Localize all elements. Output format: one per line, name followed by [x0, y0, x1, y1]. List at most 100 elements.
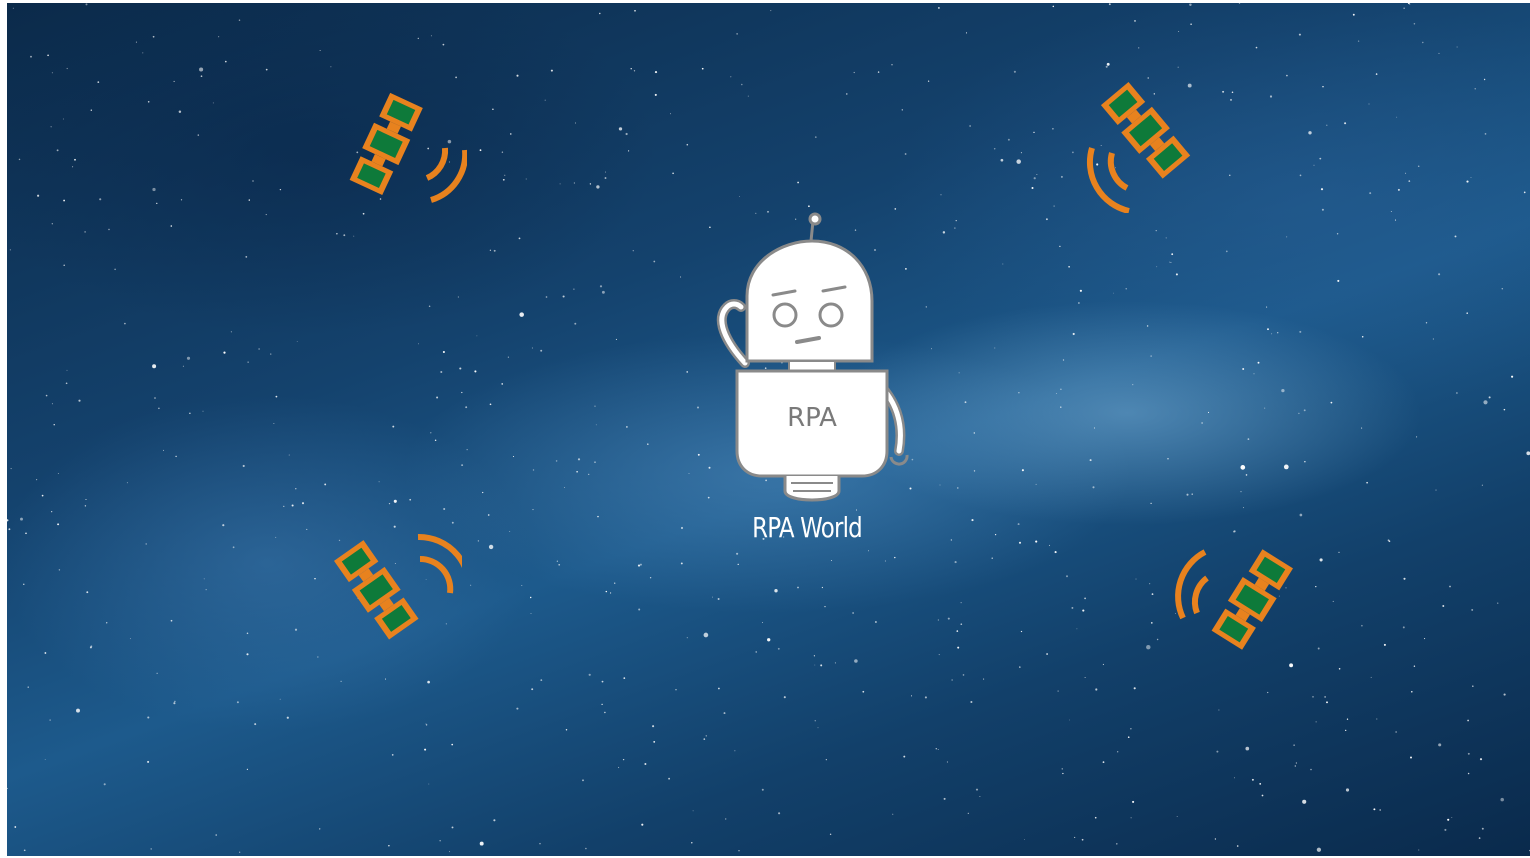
star [1106, 62, 1110, 66]
star [173, 80, 175, 82]
star [1053, 205, 1055, 207]
star [1310, 768, 1312, 771]
star [434, 439, 437, 442]
star [1408, 180, 1411, 182]
star [476, 335, 478, 337]
star [644, 763, 647, 765]
star [1233, 777, 1236, 779]
star [957, 646, 960, 649]
star [212, 102, 214, 104]
star [994, 347, 996, 349]
star [654, 93, 657, 96]
star [474, 370, 477, 373]
star [1413, 665, 1416, 667]
star [555, 460, 558, 462]
star [270, 353, 272, 355]
satellite-icon [1087, 81, 1191, 213]
star [222, 524, 225, 527]
star [950, 539, 952, 541]
star [1319, 157, 1322, 160]
star [1326, 124, 1328, 126]
star [178, 110, 182, 113]
star [1405, 172, 1407, 174]
star [103, 783, 106, 786]
star [739, 195, 740, 197]
star [630, 68, 632, 70]
star [1409, 756, 1413, 759]
star [1167, 458, 1169, 460]
star [1150, 355, 1152, 357]
star [762, 622, 763, 623]
star [1526, 451, 1530, 456]
star [1375, 73, 1378, 75]
star [767, 638, 771, 642]
star [1361, 624, 1363, 627]
star [783, 696, 786, 699]
star [1326, 701, 1328, 704]
star [1059, 245, 1061, 248]
star [937, 619, 940, 621]
star [755, 651, 757, 653]
star [1395, 731, 1397, 733]
star [1076, 628, 1078, 630]
star [265, 68, 268, 71]
star [504, 174, 506, 176]
star [1116, 843, 1118, 845]
star [1336, 233, 1339, 235]
star [1072, 332, 1075, 336]
star [1484, 133, 1487, 135]
star [1456, 46, 1458, 48]
star [502, 178, 505, 181]
star [493, 819, 496, 822]
star [1396, 116, 1398, 118]
star [451, 743, 454, 746]
star [1082, 609, 1085, 612]
star [618, 766, 620, 769]
star [954, 227, 956, 229]
star [461, 391, 463, 394]
star [1361, 335, 1364, 338]
star [7, 787, 8, 789]
star [63, 264, 65, 266]
star [72, 166, 74, 168]
star [1304, 461, 1306, 463]
star [940, 194, 942, 196]
star [147, 716, 150, 719]
star [1132, 384, 1134, 386]
star [126, 482, 128, 484]
star [1438, 52, 1440, 54]
star [852, 612, 854, 614]
star [1062, 359, 1065, 361]
star [1060, 388, 1062, 390]
star [37, 194, 40, 197]
star [1094, 816, 1097, 819]
star [595, 424, 597, 426]
star [686, 143, 689, 146]
star [1079, 289, 1082, 292]
star [51, 403, 53, 405]
star [770, 10, 772, 12]
star [670, 113, 672, 115]
star [1230, 98, 1232, 101]
star [1466, 312, 1468, 314]
star [197, 134, 200, 136]
star [1422, 41, 1424, 44]
star [1332, 600, 1334, 602]
star [1451, 816, 1453, 818]
star [901, 109, 903, 111]
star [1253, 373, 1255, 375]
star [521, 585, 523, 586]
star [576, 470, 578, 473]
star [509, 530, 511, 532]
star [1417, 165, 1420, 168]
star [741, 83, 743, 86]
star [76, 708, 80, 713]
star [747, 95, 749, 97]
star [1127, 736, 1130, 739]
star [965, 32, 968, 34]
star [47, 54, 49, 57]
star [205, 589, 207, 591]
star [1320, 188, 1324, 191]
star [937, 6, 940, 9]
star [510, 133, 512, 135]
